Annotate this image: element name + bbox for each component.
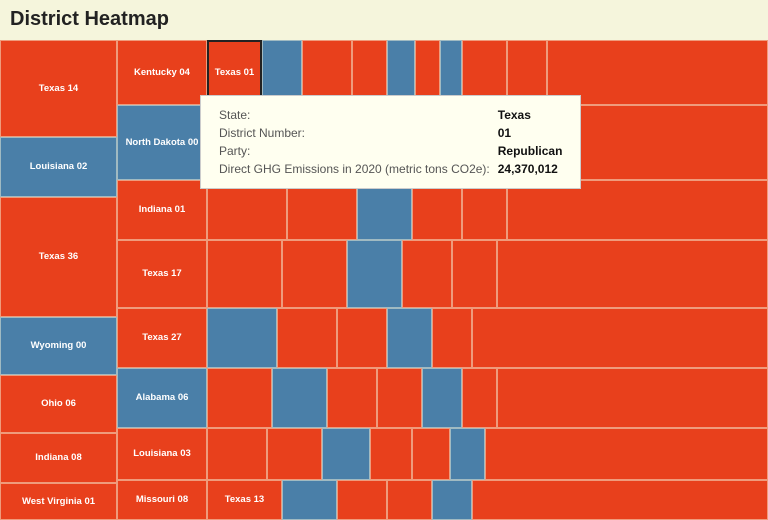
heatmap-container: Texas 14 Louisiana 02 Texas 36 Wyoming 0… [0, 40, 768, 520]
cell-r3c6[interactable] [507, 180, 768, 240]
cell-r2c5[interactable] [462, 105, 502, 180]
cell-texas14[interactable]: Texas 14 [0, 40, 117, 137]
cell-r2c6[interactable] [502, 105, 768, 180]
cell-texas13[interactable]: Texas 13 [207, 480, 282, 520]
cell-r1c6[interactable] [352, 40, 387, 105]
cell-missouri08[interactable]: Missouri 08 [117, 480, 207, 520]
cell-r1c8[interactable] [415, 40, 440, 105]
cell-r1c12[interactable] [547, 40, 768, 105]
cell-r2c3[interactable] [367, 105, 417, 180]
cell-r3c1[interactable] [207, 180, 287, 240]
cell-r7c4[interactable] [370, 428, 412, 480]
cell-r4c4[interactable] [402, 240, 452, 308]
cell-r5c6[interactable] [472, 308, 768, 368]
cell-r1c11[interactable] [507, 40, 547, 105]
cell-louisiana03[interactable]: Louisiana 03 [117, 428, 207, 480]
cell-r3c2[interactable] [287, 180, 357, 240]
cell-r5c4[interactable] [387, 308, 432, 368]
cell-wyoming00[interactable]: Wyoming 00 [0, 317, 117, 375]
cell-texas17[interactable]: Texas 17 [117, 240, 207, 308]
cell-r3c5[interactable] [462, 180, 507, 240]
cell-r6c2[interactable] [272, 368, 327, 428]
cell-r8c3[interactable] [337, 480, 387, 520]
cell-r4c6[interactable] [497, 240, 768, 308]
cell-northdakota00[interactable]: North Dakota 00 [117, 105, 207, 180]
cell-r1c10[interactable] [462, 40, 507, 105]
cell-r6c5[interactable] [422, 368, 462, 428]
cell-r1c5[interactable] [302, 40, 352, 105]
cell-r6c3[interactable] [327, 368, 377, 428]
cell-r1c4[interactable] [262, 40, 302, 105]
cell-r4c3[interactable] [347, 240, 402, 308]
cell-r7c7[interactable] [485, 428, 768, 480]
cell-texas27[interactable]: Texas 27 [117, 308, 207, 368]
cell-r5c5[interactable] [432, 308, 472, 368]
cell-alabama06[interactable]: Alabama 06 [117, 368, 207, 428]
cell-kentucky04[interactable]: Kentucky 04 [117, 40, 207, 105]
cell-r2c2[interactable] [307, 105, 367, 180]
cell-r6c6[interactable] [462, 368, 497, 428]
cell-texas01[interactable]: Texas 01 [207, 40, 262, 105]
cell-r7c5[interactable] [412, 428, 450, 480]
cell-louisiana02[interactable]: Louisiana 02 [0, 137, 117, 197]
cell-r4c2[interactable] [282, 240, 347, 308]
cell-r5c2[interactable] [277, 308, 337, 368]
cell-r3c3[interactable] [357, 180, 412, 240]
cell-r8c5[interactable] [432, 480, 472, 520]
cell-westvirginia01[interactable]: West Virginia 01 [0, 483, 117, 520]
cell-r6c7[interactable] [497, 368, 768, 428]
cell-r6c4[interactable] [377, 368, 422, 428]
cell-r2c4[interactable] [417, 105, 462, 180]
cell-r7c3[interactable] [322, 428, 370, 480]
cell-r8c2[interactable] [282, 480, 337, 520]
cell-r1c9[interactable] [440, 40, 462, 105]
cell-r1c7[interactable] [387, 40, 415, 105]
cell-ohio06[interactable]: Ohio 06 [0, 375, 117, 433]
cell-r5c3[interactable] [337, 308, 387, 368]
cell-r8c6[interactable] [472, 480, 768, 520]
cell-r8c4[interactable] [387, 480, 432, 520]
page-title: District Heatmap [0, 0, 768, 40]
cell-indiana01[interactable]: Indiana 01 [117, 180, 207, 240]
cell-r4c1[interactable] [207, 240, 282, 308]
cell-r7c2[interactable] [267, 428, 322, 480]
cell-r2c1[interactable] [207, 105, 307, 180]
cell-indiana08[interactable]: Indiana 08 [0, 433, 117, 483]
cell-r7c6[interactable] [450, 428, 485, 480]
cell-r4c5[interactable] [452, 240, 497, 308]
cell-texas36[interactable]: Texas 36 [0, 197, 117, 317]
cell-r3c4[interactable] [412, 180, 462, 240]
cell-r7c1[interactable] [207, 428, 267, 480]
cell-r5c1[interactable] [207, 308, 277, 368]
cell-r6c1[interactable] [207, 368, 272, 428]
